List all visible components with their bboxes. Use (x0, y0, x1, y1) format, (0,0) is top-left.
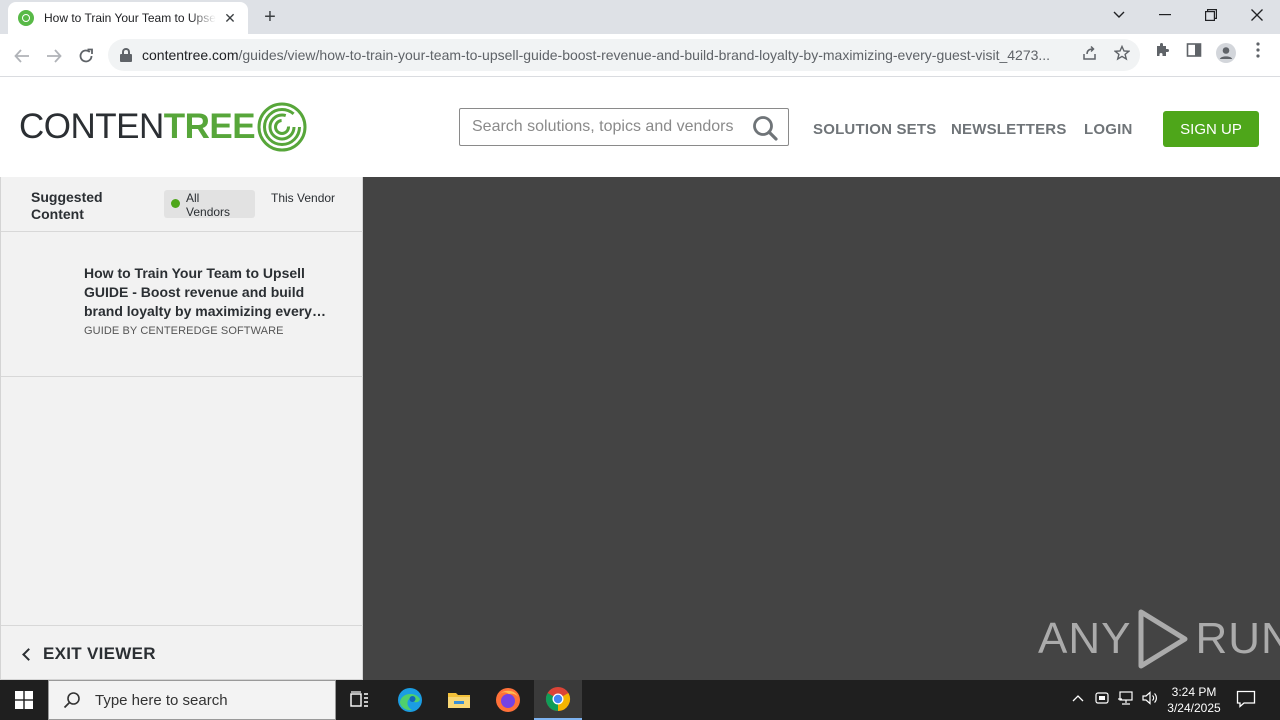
filter-this-vendor[interactable]: This Vendor (271, 191, 341, 205)
nav-newsletters[interactable]: NEWSLETTERS (951, 121, 1067, 138)
contentree-logo[interactable]: CONTENTREE (19, 102, 307, 152)
search-input[interactable] (472, 118, 742, 136)
exit-viewer-button[interactable]: EXIT VIEWER (21, 644, 156, 664)
taskbar-clock[interactable]: 3:24 PM 3/24/2025 (1162, 684, 1226, 716)
chevron-left-icon (22, 647, 35, 661)
start-button[interactable] (0, 680, 48, 720)
suggested-content-item[interactable]: How to Train Your Team to Upsell GUIDE -… (1, 232, 363, 377)
taskbar-search-icon (63, 692, 80, 709)
file-explorer-icon[interactable] (435, 680, 483, 720)
back-icon[interactable] (8, 42, 36, 70)
profile-avatar-icon[interactable] (1214, 42, 1238, 66)
filter-all-vendors[interactable]: All Vendors (164, 190, 255, 219)
address-bar[interactable]: contentree.com/guides/view/how-to-train-… (108, 39, 1140, 71)
anyrun-watermark: ANY RUN (1038, 608, 1280, 670)
site-search-box[interactable] (459, 108, 789, 146)
edge-browser-icon[interactable] (386, 680, 434, 720)
share-icon[interactable] (1080, 45, 1100, 65)
clock-time: 3:24 PM (1171, 685, 1217, 699)
reload-icon[interactable] (72, 42, 100, 70)
nav-solution-sets[interactable]: SOLUTION SETS (813, 121, 936, 138)
new-tab-button[interactable]: + (258, 5, 282, 29)
sidebar-title: Suggested Content (31, 189, 103, 222)
forward-icon[interactable] (40, 42, 68, 70)
chrome-icon[interactable] (534, 680, 582, 720)
windows-taskbar: Type here to search 3:24 PM 3/24/2025 (0, 680, 1280, 720)
suggested-content-sidebar: Suggested Content All Vendors This Vendo… (0, 177, 363, 680)
bookmark-star-icon[interactable] (1112, 44, 1132, 65)
taskbar-search-text: Type here to search (95, 691, 228, 709)
extensions-puzzle-icon[interactable] (1150, 42, 1174, 66)
selected-dot-icon (171, 199, 180, 208)
meet-now-icon[interactable] (1092, 690, 1112, 709)
firefox-icon[interactable] (484, 680, 532, 720)
windows-logo-icon (15, 691, 33, 709)
task-view-icon[interactable] (336, 680, 384, 720)
document-viewer[interactable] (363, 177, 1280, 680)
nav-login[interactable]: LOGIN (1084, 121, 1133, 138)
browser-menu-icon[interactable] (1246, 42, 1270, 66)
browser-tab-bar: How to Train Your Team to Upsell GUIDE -… (0, 0, 1280, 34)
sidebar-header: Suggested Content All Vendors This Vendo… (1, 177, 363, 232)
show-hidden-icons-chevron-icon[interactable] (1068, 690, 1088, 705)
logo-rings-icon (257, 102, 307, 152)
tab-close-icon[interactable]: ✕ (222, 10, 238, 27)
content-item-meta: GUIDE BY CENTEREDGE SOFTWARE (84, 325, 284, 337)
play-logo-icon (1138, 609, 1188, 669)
side-panel-icon[interactable] (1182, 42, 1206, 66)
tab-title: How to Train Your Team to Upsell GUIDE -… (44, 11, 216, 25)
site-favicon-icon (18, 10, 34, 26)
lock-icon[interactable] (120, 48, 132, 62)
clock-date: 3/24/2025 (1167, 701, 1221, 715)
sidebar-footer: EXIT VIEWER (1, 625, 363, 680)
content-item-title[interactable]: How to Train Your Team to Upsell GUIDE -… (84, 264, 342, 321)
volume-icon[interactable] (1140, 690, 1160, 709)
minimize-icon[interactable] (1142, 0, 1188, 30)
search-icon[interactable] (752, 115, 778, 141)
sign-up-button[interactable]: SIGN UP (1163, 111, 1259, 147)
browser-toolbar: contentree.com/guides/view/how-to-train-… (0, 34, 1280, 77)
notifications-icon[interactable] (1236, 690, 1258, 710)
tab-search-icon[interactable] (1096, 0, 1142, 30)
close-window-icon[interactable] (1234, 0, 1280, 30)
network-icon[interactable] (1116, 690, 1136, 709)
site-header: CONTENTREE SOLUTION SETS NEWSLETTERS LOG… (0, 77, 1280, 177)
url-text[interactable]: contentree.com/guides/view/how-to-train-… (142, 47, 1070, 63)
taskbar-search-box[interactable]: Type here to search (48, 680, 336, 720)
browser-tab[interactable]: How to Train Your Team to Upsell GUIDE -… (8, 2, 248, 34)
restore-icon[interactable] (1188, 0, 1234, 30)
